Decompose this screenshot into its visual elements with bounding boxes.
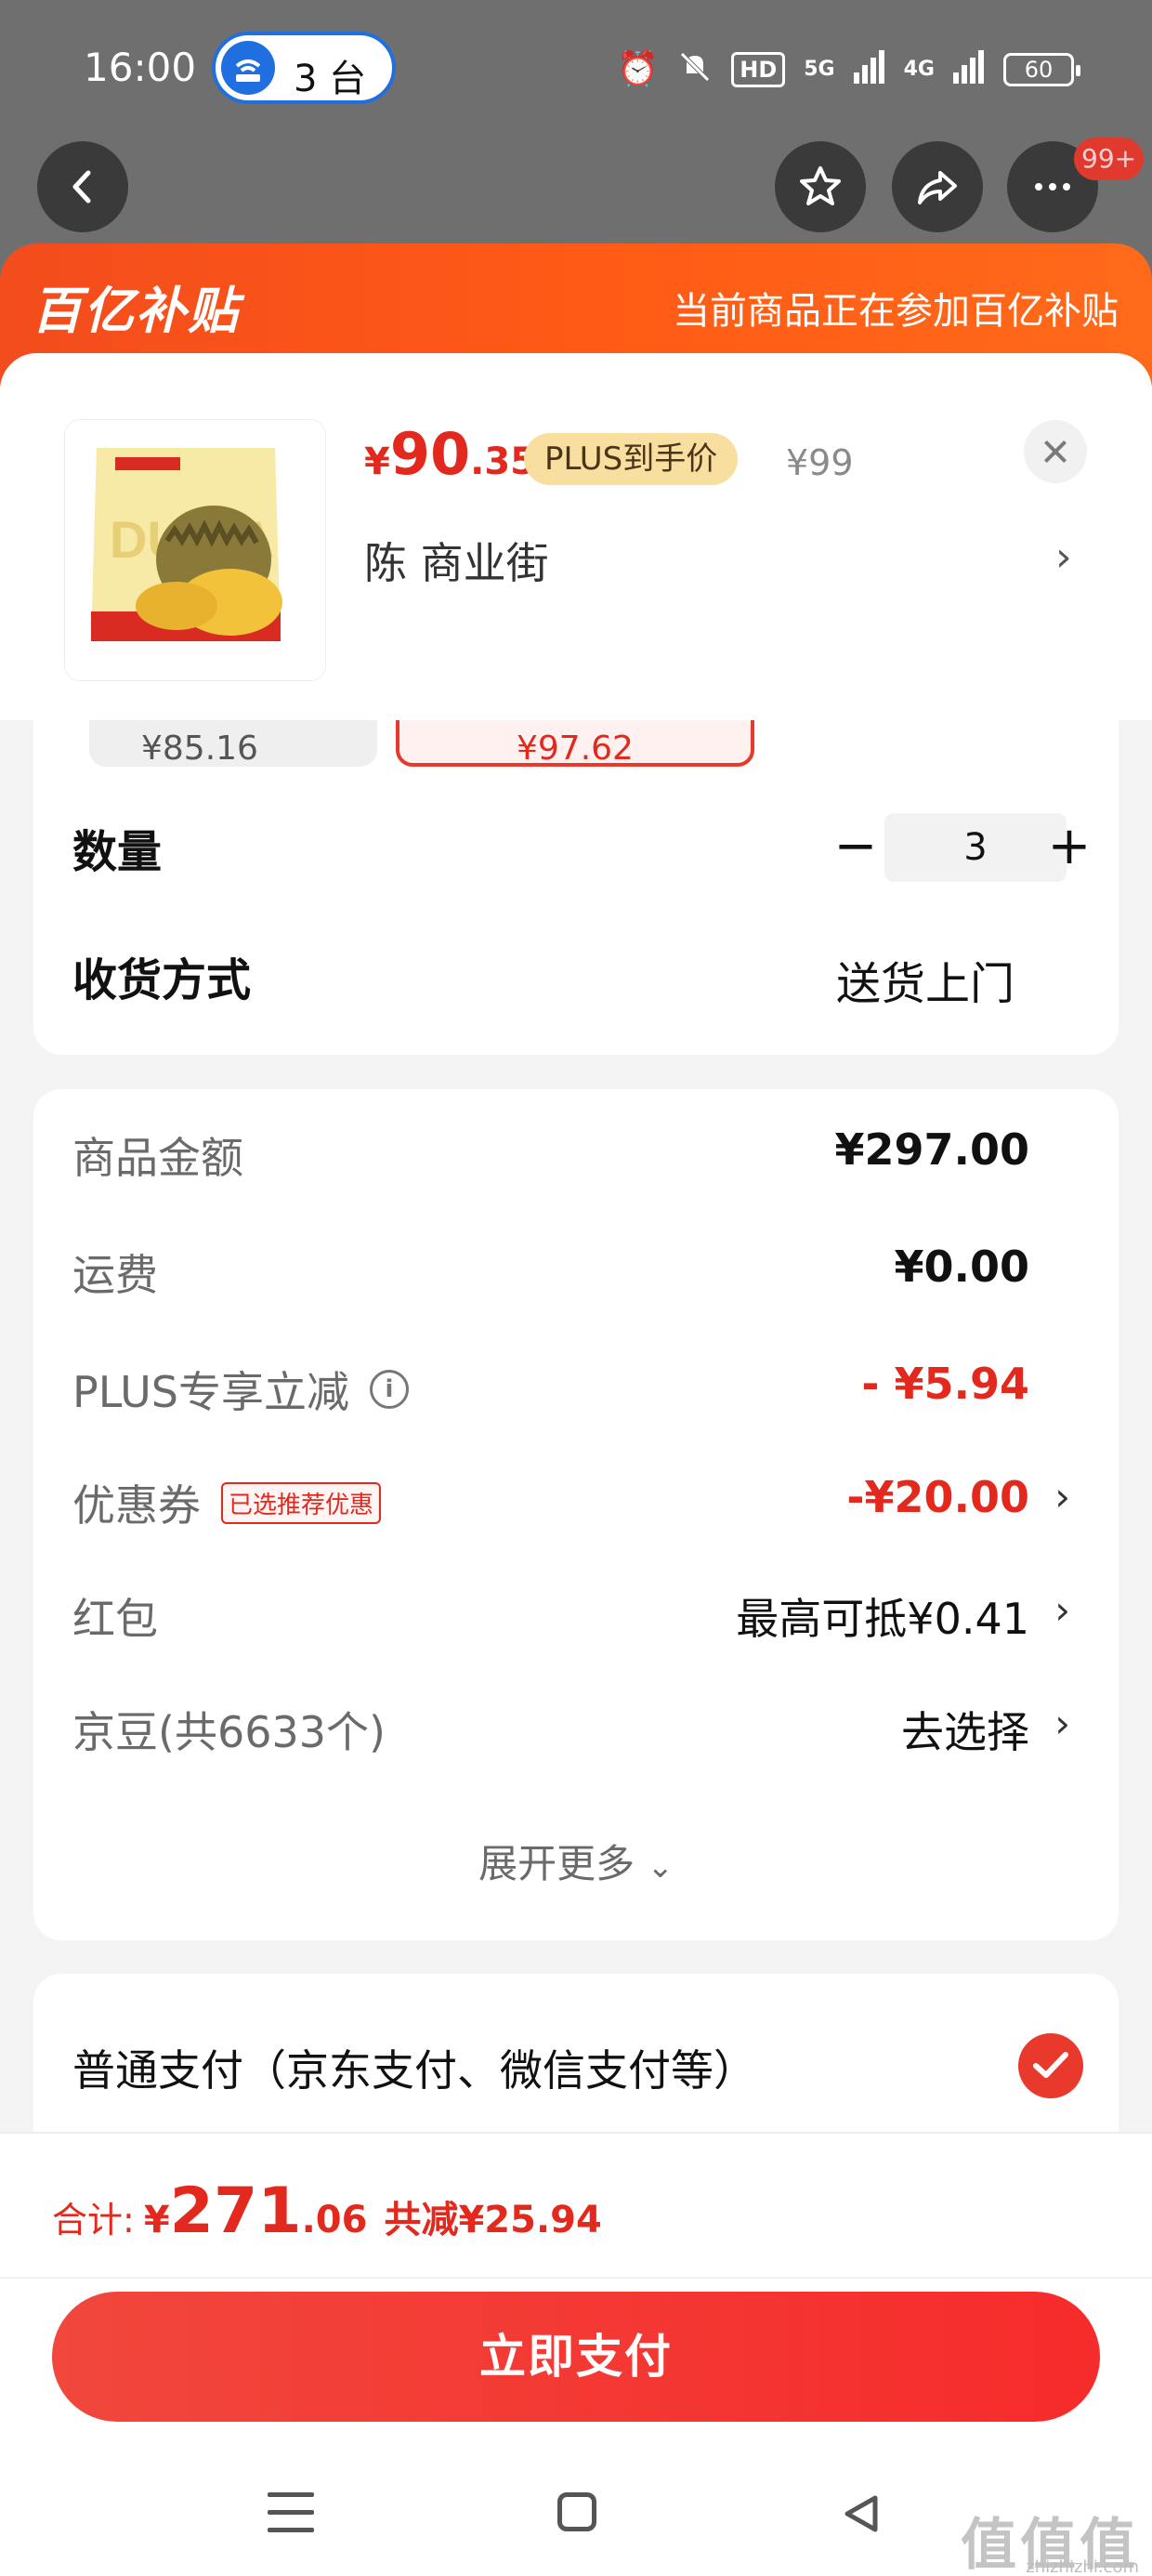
spec-option[interactable]: ¥85.16 <box>89 720 377 772</box>
alarm-icon: ⏰ <box>617 50 660 88</box>
close-button[interactable] <box>1024 420 1087 483</box>
share-button[interactable] <box>892 141 983 232</box>
chevron-right-icon: › <box>1054 1474 1070 1519</box>
original-price: ¥99 <box>786 442 854 483</box>
fee-row-coupon[interactable]: 优惠券 已选推荐优惠 -¥20.00 › <box>33 1455 1119 1544</box>
checkmark-icon[interactable] <box>1018 2033 1083 2098</box>
total-label: 合计: <box>52 2200 135 2241</box>
signal-4g-label: 4G <box>903 58 935 81</box>
fee-row-freight: 运费 ¥0.00 <box>33 1225 1119 1314</box>
product-header: DURIA ¥ 90 .35 PLUS到手价 ¥99 陈 商业街 › <box>0 353 1152 720</box>
subsidy-text: 当前商品正在参加百亿补贴 <box>673 290 1119 333</box>
status-icons: ⏰ HD 5G 4G 60 <box>617 48 1080 91</box>
order-total: 合计: ¥ 271 .06 共减¥25.94 <box>52 2175 602 2248</box>
system-menu-icon[interactable] <box>268 2492 314 2533</box>
goods-amount-label: 商品金额 <box>72 1133 243 1183</box>
coupon-selected-tag: 已选推荐优惠 <box>221 1481 382 1524</box>
freight-value: ¥0.00 <box>894 1242 1029 1292</box>
product-image: DURIA <box>65 420 325 680</box>
chevron-left-icon <box>72 170 91 204</box>
spec-option-price: ¥85.16 <box>141 729 258 768</box>
battery-icon: 60 <box>1003 53 1080 86</box>
chevron-down-icon: ⌄ <box>647 1848 674 1886</box>
chevron-right-icon: › <box>1054 1701 1070 1746</box>
spec-option-selected[interactable]: ¥97.62 <box>396 720 754 772</box>
fee-row-redpacket[interactable]: 红包 最高可抵¥0.41 › <box>33 1569 1119 1658</box>
delivery-address[interactable]: 陈 商业街 <box>364 530 549 591</box>
coupon-value: -¥20.00 <box>846 1472 1029 1522</box>
shipping-label: 收货方式 <box>72 954 252 1006</box>
signal-5g-label: 5G <box>804 58 835 81</box>
router-icon <box>221 41 275 95</box>
total-saving: 共减¥25.94 <box>384 2199 602 2241</box>
hd-tag: HD <box>731 52 786 87</box>
jingdou-label: 京豆(共6633个) <box>72 1707 386 1757</box>
checkout-bar: 合计: ¥ 271 .06 共减¥25.94 立即支付 值值值 zhizhizh… <box>0 2132 1152 2576</box>
status-bar: 16:00 3 台 ⏰ HD 5G 4G 60 <box>0 0 1152 139</box>
fee-row-goods: 商品金额 ¥297.00 <box>33 1108 1119 1197</box>
price-symbol: ¥ <box>364 440 390 483</box>
jingdou-value: 去选择 <box>901 1707 1029 1757</box>
message-badge: 99+ <box>1074 138 1145 180</box>
quantity-decrease-button[interactable]: − <box>823 821 888 878</box>
info-icon[interactable]: i <box>369 1370 409 1409</box>
divider <box>0 2277 1152 2279</box>
redpacket-value: 最高可抵¥0.41 <box>736 1594 1029 1644</box>
device-count: 3 台 <box>294 58 367 100</box>
plus-discount-label: PLUS专享立减 <box>72 1367 349 1417</box>
fee-row-jingdou[interactable]: 京豆(共6633个) 去选择 › <box>33 1682 1119 1771</box>
payment-method-label: 普通支付（京东支付、微信支付等） <box>72 2045 756 2096</box>
total-integer: 271 <box>169 2175 302 2248</box>
goods-amount-value: ¥297.00 <box>834 1124 1029 1175</box>
pay-now-button[interactable]: 立即支付 <box>52 2292 1100 2422</box>
more-dots-icon <box>1035 183 1070 191</box>
watermark-url: zhizhizhi.com <box>1026 2557 1139 2576</box>
freight-label: 运费 <box>72 1250 158 1300</box>
plus-price-tag: PLUS到手价 <box>524 433 739 485</box>
quantity-increase-button[interactable]: + <box>1037 819 1102 878</box>
total-symbol: ¥ <box>143 2199 170 2241</box>
shipping-value[interactable]: 送货上门 <box>836 947 1015 1012</box>
star-icon <box>800 166 841 205</box>
quantity-card: ¥85.16 ¥97.62 数量 − 3 + 收货方式 送货上门 <box>33 720 1119 1055</box>
back-button[interactable] <box>37 141 128 232</box>
system-home-icon[interactable] <box>557 2492 596 2531</box>
subsidy-logo: 百亿补贴 <box>32 282 240 340</box>
fee-row-plus: PLUS专享立减 i - ¥5.94 <box>33 1342 1119 1431</box>
signal-bars-icon <box>853 49 885 90</box>
mute-bell-icon <box>677 49 713 91</box>
total-decimal: .06 <box>301 2199 368 2241</box>
chevron-right-icon: › <box>1054 1587 1070 1633</box>
system-back-icon[interactable] <box>840 2492 883 2539</box>
coupon-label: 优惠券 <box>72 1480 201 1531</box>
spec-option-price: ¥97.62 <box>517 729 634 768</box>
device-pill[interactable]: 3 台 <box>212 32 396 104</box>
signal-bars-icon <box>953 49 985 90</box>
price-integer: 90 <box>389 420 471 488</box>
favorite-button[interactable] <box>775 141 866 232</box>
plus-discount-value: - ¥5.94 <box>861 1359 1029 1409</box>
share-icon <box>918 171 957 204</box>
fee-card: 商品金额 ¥297.00 运费 ¥0.00 PLUS专享立减 i - ¥5.94… <box>33 1089 1119 1940</box>
chevron-right-icon[interactable]: › <box>1055 533 1072 581</box>
quantity-label: 数量 <box>72 826 163 878</box>
redpacket-label: 红包 <box>72 1594 158 1644</box>
expand-more-button[interactable]: 展开更多 ⌄ <box>33 1833 1119 1889</box>
expand-more-label: 展开更多 <box>478 1841 635 1886</box>
status-time: 16:00 <box>84 45 197 90</box>
